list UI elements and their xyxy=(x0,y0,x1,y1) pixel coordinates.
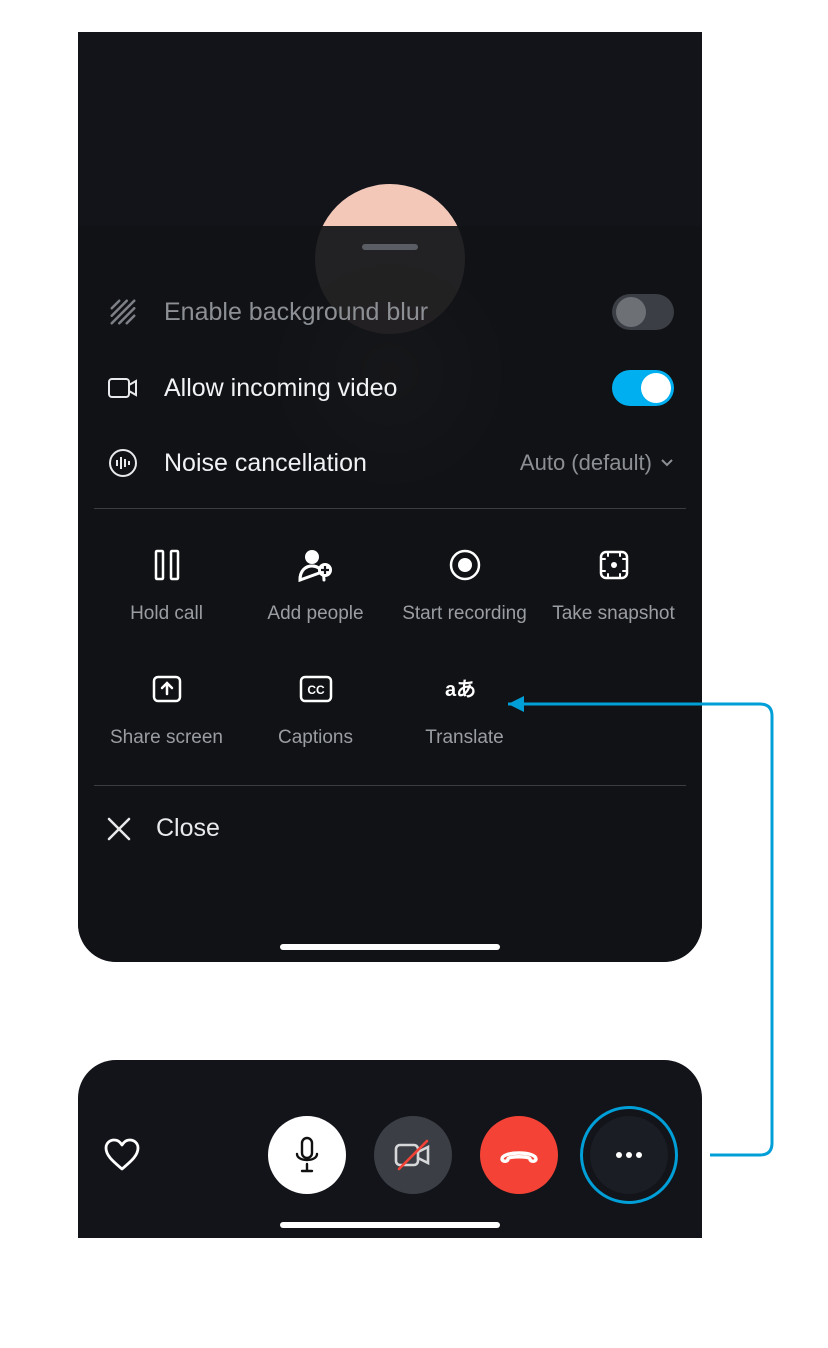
blur-toggle[interactable] xyxy=(612,294,674,330)
hangup-button[interactable] xyxy=(480,1116,558,1194)
translate-icon: aあ xyxy=(445,669,485,709)
add-people-button[interactable]: Add people xyxy=(241,545,390,625)
camera-off-icon xyxy=(393,1139,433,1171)
share-screen-button[interactable]: Share screen xyxy=(92,669,241,749)
record-icon xyxy=(445,545,485,585)
close-button[interactable]: Close xyxy=(78,786,702,871)
share-icon xyxy=(147,669,187,709)
noise-label: Noise cancellation xyxy=(164,449,496,478)
svg-text:aあ: aあ xyxy=(445,678,476,701)
close-label: Close xyxy=(156,814,220,843)
share-label: Share screen xyxy=(110,727,223,749)
record-label: Start recording xyxy=(402,603,527,625)
captions-label: Captions xyxy=(278,727,353,749)
camera-button[interactable] xyxy=(374,1116,452,1194)
noise-icon xyxy=(106,446,140,480)
react-button[interactable] xyxy=(102,1135,142,1175)
settings-rows: Enable background blur Allow incoming vi… xyxy=(78,274,702,871)
home-indicator-2[interactable] xyxy=(280,1222,500,1228)
video-toggle[interactable] xyxy=(612,370,674,406)
noise-value: Auto (default) xyxy=(520,450,652,476)
actions-grid: Hold call Add people xyxy=(78,509,702,777)
row-background-blur[interactable]: Enable background blur xyxy=(78,274,702,350)
video-label: Allow incoming video xyxy=(164,374,588,403)
blur-label: Enable background blur xyxy=(164,298,588,327)
call-options-sheet: Enable background blur Allow incoming vi… xyxy=(78,32,702,962)
row-incoming-video[interactable]: Allow incoming video xyxy=(78,350,702,426)
hold-label: Hold call xyxy=(130,603,203,625)
annotation-highlight xyxy=(580,1106,678,1204)
pause-icon xyxy=(147,545,187,585)
hold-call-button[interactable]: Hold call xyxy=(92,545,241,625)
close-icon xyxy=(106,816,132,842)
call-controls-bar xyxy=(78,1060,702,1238)
microphone-icon xyxy=(293,1136,321,1174)
hangup-icon xyxy=(498,1145,540,1165)
start-recording-button[interactable]: Start recording xyxy=(390,545,539,625)
captions-icon: CC xyxy=(296,669,336,709)
translate-button[interactable]: aあ Translate xyxy=(390,669,539,749)
translate-label: Translate xyxy=(425,727,504,749)
add-label: Add people xyxy=(267,603,363,625)
more-button[interactable] xyxy=(590,1116,668,1194)
svg-text:CC: CC xyxy=(307,683,325,697)
blur-icon xyxy=(106,295,140,329)
add-person-icon xyxy=(296,545,336,585)
noise-dropdown[interactable]: Auto (default) xyxy=(520,450,674,476)
sheet-grabber[interactable] xyxy=(362,244,418,250)
mute-button[interactable] xyxy=(268,1116,346,1194)
snapshot-label: Take snapshot xyxy=(552,603,675,625)
more-icon xyxy=(614,1151,644,1159)
video-icon xyxy=(106,371,140,405)
take-snapshot-button[interactable]: Take snapshot xyxy=(539,545,688,625)
snapshot-icon xyxy=(594,545,634,585)
bottom-sheet: Enable background blur Allow incoming vi… xyxy=(78,226,702,962)
captions-button[interactable]: CC Captions xyxy=(241,669,390,749)
chevron-down-icon xyxy=(660,458,674,468)
home-indicator[interactable] xyxy=(280,944,500,950)
row-noise-cancellation[interactable]: Noise cancellation Auto (default) xyxy=(78,426,702,500)
